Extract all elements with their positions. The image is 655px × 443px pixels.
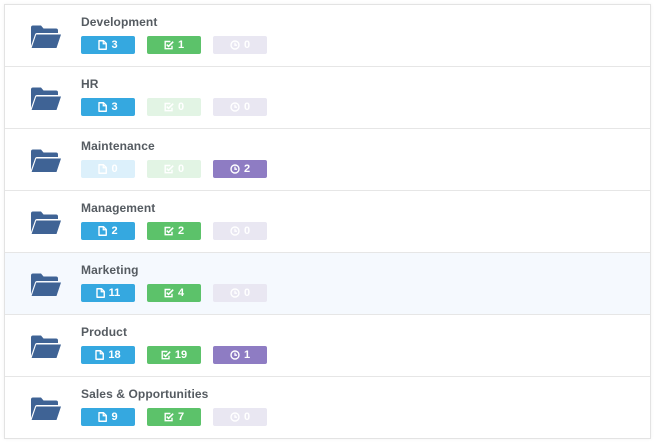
- clock-icon: [230, 412, 240, 422]
- tasks-count: 4: [177, 287, 185, 299]
- clock-icon: [230, 288, 240, 298]
- folder-counts: 0 0 2: [81, 160, 279, 178]
- clock-icon: [230, 40, 240, 50]
- tasks-count: 0: [177, 101, 185, 113]
- tasks-count: 2: [177, 225, 185, 237]
- file-icon: [98, 412, 108, 422]
- folder-open-icon: [30, 334, 62, 359]
- folder-counts: 3 0 0: [81, 98, 279, 116]
- folder-name: Sales & Opportunities: [81, 387, 209, 401]
- timers-count-badge[interactable]: 0: [213, 36, 267, 54]
- timers-count: 0: [243, 101, 251, 113]
- documents-count: 3: [111, 101, 118, 113]
- folder-open-icon: [30, 24, 62, 49]
- folder-list: Development 3 1 0 HR 3 0 0 Maintenance 0…: [4, 4, 651, 439]
- timers-count-badge[interactable]: 1: [213, 346, 267, 364]
- clock-icon: [230, 226, 240, 236]
- documents-count: 3: [111, 39, 118, 51]
- documents-count: 0: [111, 163, 118, 175]
- tasks-count-badge[interactable]: 0: [147, 160, 201, 178]
- folder-open-icon: [30, 272, 62, 297]
- file-icon: [98, 102, 108, 112]
- folder-name: Development: [81, 15, 158, 29]
- folder-row-hr[interactable]: HR 3 0 0: [5, 67, 650, 129]
- folder-row-maintenance[interactable]: Maintenance 0 0 2: [5, 129, 650, 191]
- folder-counts: 9 7 0: [81, 408, 279, 426]
- folder-name: Maintenance: [81, 139, 155, 153]
- timers-count: 0: [243, 225, 251, 237]
- folder-name: Product: [81, 325, 128, 339]
- file-icon: [95, 288, 105, 298]
- timers-count-badge[interactable]: 0: [213, 408, 267, 426]
- folder-row-product[interactable]: Product 18 19 1: [5, 315, 650, 377]
- folder-row-management[interactable]: Management 2 2 0: [5, 191, 650, 253]
- checkbox-icon: [164, 164, 174, 174]
- timers-count-badge[interactable]: 0: [213, 98, 267, 116]
- timers-count: 0: [243, 287, 251, 299]
- checkbox-icon: [164, 226, 174, 236]
- checkbox-icon: [164, 412, 174, 422]
- checkbox-icon: [164, 102, 174, 112]
- timers-count-badge[interactable]: 0: [213, 222, 267, 240]
- clock-icon: [230, 164, 240, 174]
- file-icon: [95, 350, 105, 360]
- tasks-count: 7: [177, 411, 185, 423]
- tasks-count-badge[interactable]: 2: [147, 222, 201, 240]
- folder-open-icon: [30, 148, 62, 173]
- documents-count-badge[interactable]: 11: [81, 284, 135, 302]
- documents-count-badge[interactable]: 3: [81, 98, 135, 116]
- folder-name: Marketing: [81, 263, 139, 277]
- timers-count: 0: [243, 411, 251, 423]
- documents-count-badge[interactable]: 18: [81, 346, 135, 364]
- checkbox-icon: [164, 40, 174, 50]
- folder-name: HR: [81, 77, 99, 91]
- folder-name: Management: [81, 201, 156, 215]
- file-icon: [98, 226, 108, 236]
- documents-count-badge[interactable]: 2: [81, 222, 135, 240]
- timers-count: 2: [243, 163, 251, 175]
- clock-icon: [230, 350, 240, 360]
- folder-open-icon: [30, 396, 62, 421]
- folder-open-icon: [30, 86, 62, 111]
- folder-row-development[interactable]: Development 3 1 0: [5, 5, 650, 67]
- tasks-count: 19: [174, 349, 188, 361]
- documents-count-badge[interactable]: 9: [81, 408, 135, 426]
- documents-count: 9: [111, 411, 118, 423]
- documents-count: 2: [111, 225, 118, 237]
- file-icon: [98, 164, 108, 174]
- folder-counts: 11 4 0: [81, 284, 279, 302]
- folder-counts: 3 1 0: [81, 36, 279, 54]
- tasks-count: 0: [177, 163, 185, 175]
- timers-count-badge[interactable]: 0: [213, 284, 267, 302]
- clock-icon: [230, 102, 240, 112]
- checkbox-icon: [164, 288, 174, 298]
- tasks-count-badge[interactable]: 1: [147, 36, 201, 54]
- documents-count-badge[interactable]: 0: [81, 160, 135, 178]
- folder-open-icon: [30, 210, 62, 235]
- tasks-count-badge[interactable]: 0: [147, 98, 201, 116]
- timers-count: 1: [243, 349, 251, 361]
- documents-count: 18: [108, 349, 121, 361]
- documents-count: 11: [108, 287, 121, 299]
- file-icon: [98, 40, 108, 50]
- documents-count-badge[interactable]: 3: [81, 36, 135, 54]
- tasks-count: 1: [177, 39, 185, 51]
- tasks-count-badge[interactable]: 7: [147, 408, 201, 426]
- tasks-count-badge[interactable]: 4: [147, 284, 201, 302]
- folder-row-sales-opportunities[interactable]: Sales & Opportunities 9 7 0: [5, 377, 650, 438]
- tasks-count-badge[interactable]: 19: [147, 346, 201, 364]
- timers-count-badge[interactable]: 2: [213, 160, 267, 178]
- folder-row-marketing[interactable]: Marketing 11 4 0: [5, 253, 650, 315]
- folder-counts: 18 19 1: [81, 346, 279, 364]
- folder-counts: 2 2 0: [81, 222, 279, 240]
- checkbox-icon: [161, 350, 171, 360]
- timers-count: 0: [243, 39, 251, 51]
